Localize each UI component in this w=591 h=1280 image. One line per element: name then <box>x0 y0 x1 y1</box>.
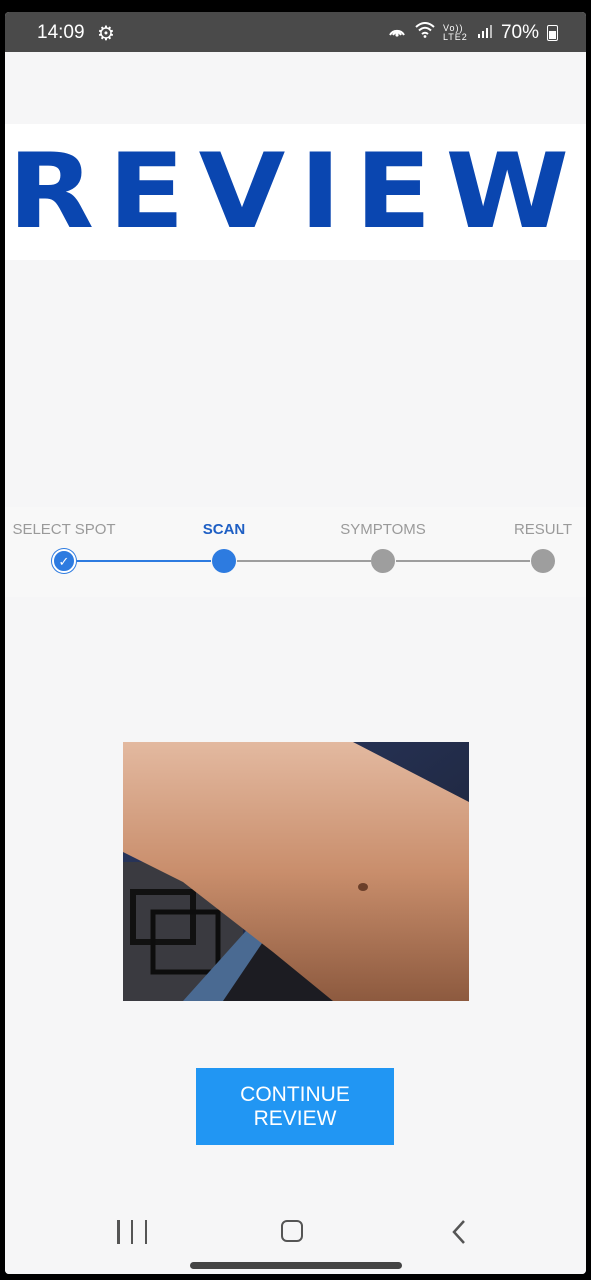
network-label: Vo)) LTE2 <box>442 23 468 42</box>
step-dot-scan <box>212 549 236 573</box>
app-screen: 14:09 ⚙ Vo)) LTE2 70% REVIEW SELECT SPOT… <box>5 12 586 1274</box>
arm-photo-icon <box>123 742 469 1001</box>
status-time: 14:09 <box>37 22 85 43</box>
scan-photo <box>123 742 469 1001</box>
step-connector-2 <box>237 560 371 562</box>
status-icons: Vo)) LTE2 70% <box>387 21 558 45</box>
signal-icon <box>477 22 493 44</box>
back-icon[interactable] <box>451 1218 467 1246</box>
step-label-result: RESULT <box>513 521 573 538</box>
home-icon[interactable] <box>281 1220 303 1242</box>
battery-icon <box>547 25 558 41</box>
progress-stepper: SELECT SPOT SCAN SYMPTOMS RESULT ✓ <box>5 507 586 597</box>
wifi-icon <box>415 22 435 44</box>
status-bar: 14:09 ⚙ Vo)) LTE2 70% <box>5 12 586 52</box>
step-connector-1 <box>77 560 211 562</box>
gear-icon: ⚙ <box>97 23 115 45</box>
step-dot-select-spot: ✓ <box>52 549 76 573</box>
navigation-bar <box>5 1192 586 1274</box>
battery-percent: 70% <box>500 22 539 43</box>
step-label-scan: SCAN <box>202 521 246 538</box>
step-dot-result <box>531 549 555 573</box>
banner-title: REVIEW <box>7 132 584 252</box>
step-connector-3 <box>396 560 530 562</box>
step-label-select-spot: SELECT SPOT <box>12 521 116 538</box>
checkmark-icon: ✓ <box>58 553 70 569</box>
gesture-bar[interactable] <box>190 1262 402 1269</box>
recents-icon[interactable] <box>117 1220 147 1244</box>
step-label-symptoms: SYMPTOMS <box>340 521 426 538</box>
step-dot-symptoms <box>371 549 395 573</box>
review-banner: REVIEW <box>5 124 586 260</box>
continue-review-button[interactable]: CONTINUE REVIEW <box>196 1068 394 1145</box>
hotspot-icon <box>387 21 407 45</box>
